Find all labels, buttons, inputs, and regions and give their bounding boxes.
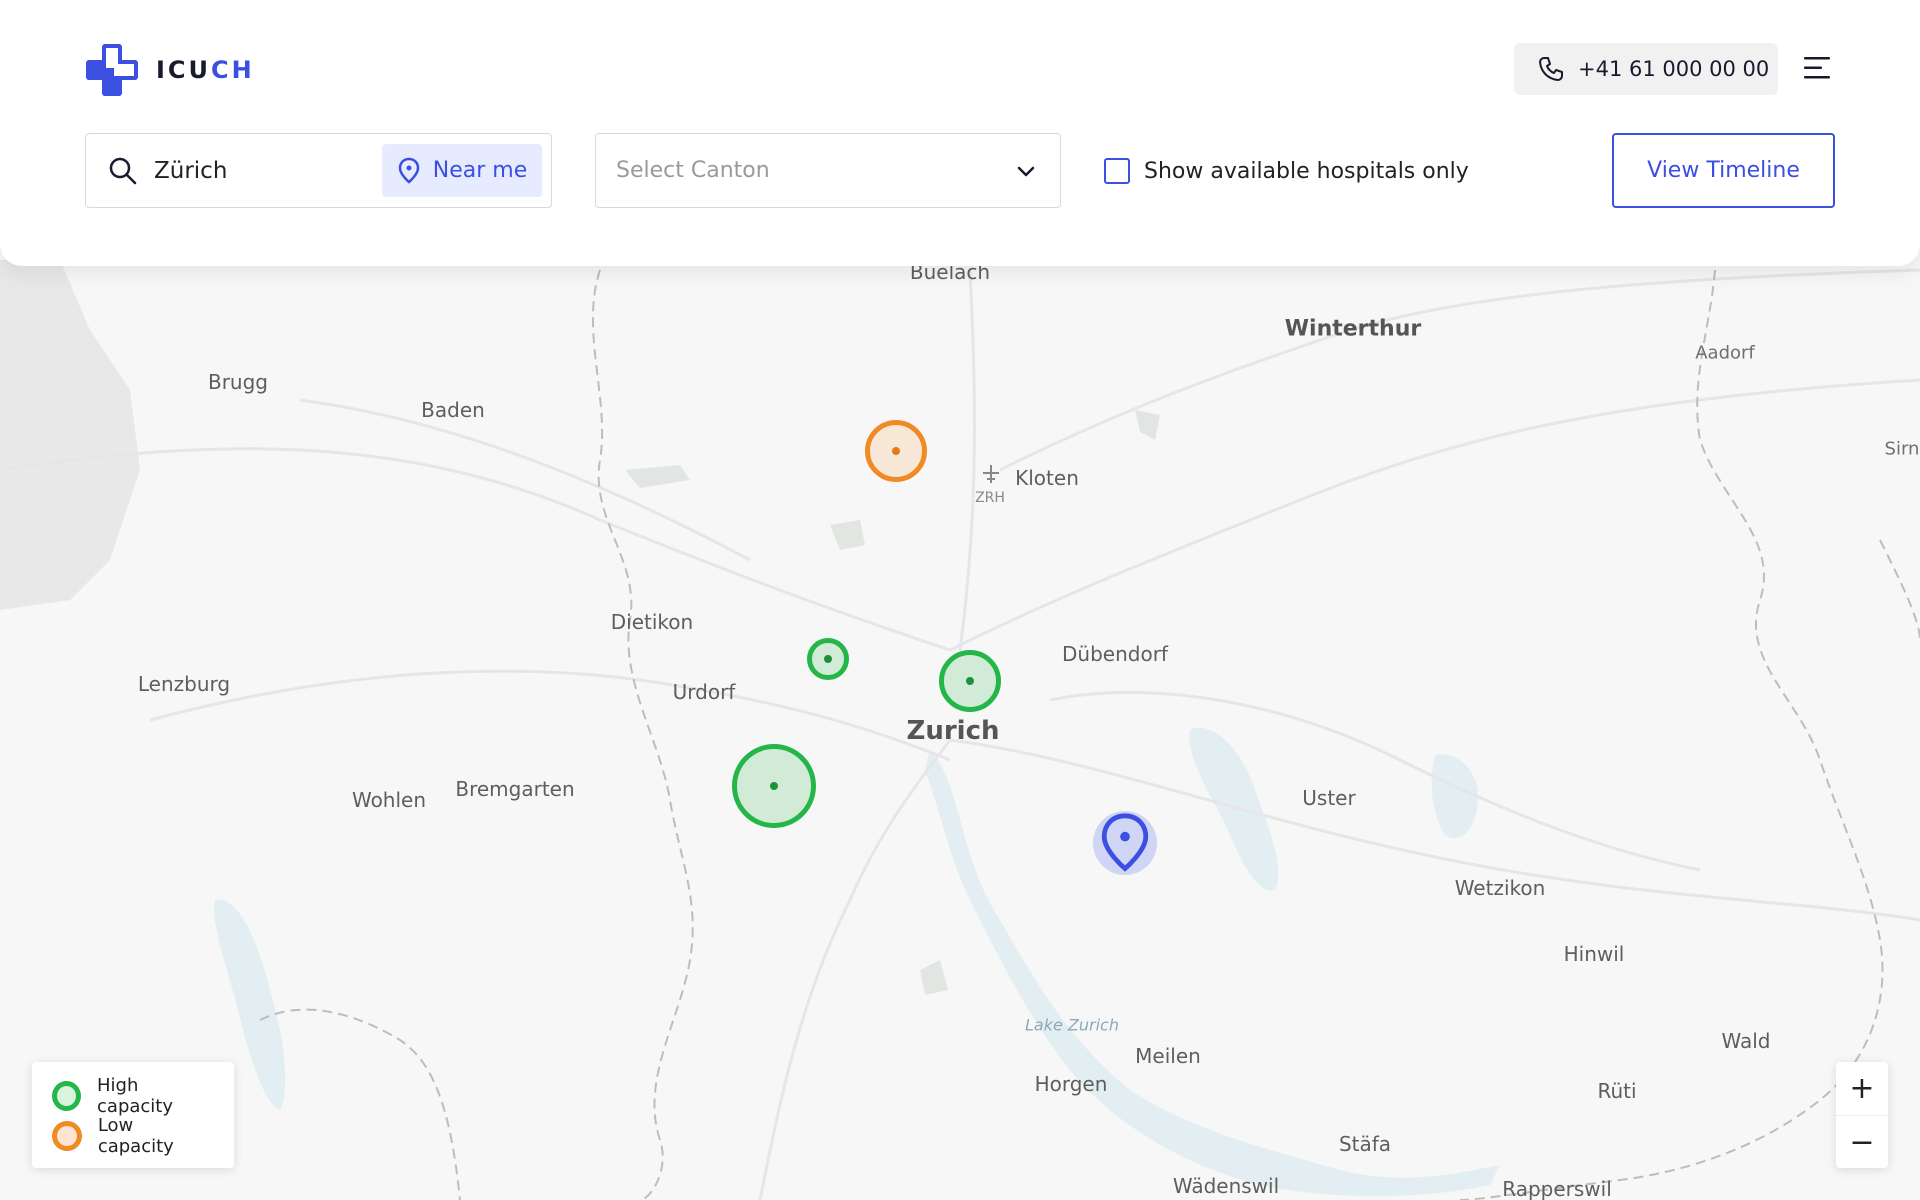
place-label: Wohlen [351,788,427,812]
logo-wordmark: ICUCH [156,56,255,84]
legend-label: High capacity [97,1075,174,1117]
phone-number: +41 61 000 00 00 [1578,57,1770,81]
place-label: Baden [421,398,485,422]
search-icon [109,157,137,185]
medical-cross-icon [84,42,140,98]
phone-button[interactable]: +41 61 000 00 00 [1514,43,1778,95]
place-label: Uster [1302,786,1356,810]
place-label: Dübendorf [1062,642,1168,666]
search-input[interactable] [154,152,354,190]
canton-select-placeholder: Select Canton [616,158,770,183]
place-label: Sirn [1884,438,1920,460]
place-label: Rüti [1597,1079,1637,1103]
available-only-label: Show available hospitals only [1144,158,1469,184]
search-box: Near me [85,133,552,208]
logo[interactable]: ICUCH [84,42,255,98]
hospital-marker-high[interactable] [939,650,1001,712]
legend-label: Low capacity [97,1115,174,1157]
user-location [1093,811,1157,875]
near-me-label: Near me [432,158,528,183]
location-pin-icon [1101,813,1149,872]
airport-icon [983,465,999,483]
phone-icon [1539,57,1563,81]
place-label: Rapperswil [1502,1177,1612,1200]
place-label: Hinwil [1563,942,1625,966]
hospital-marker-low[interactable] [865,420,927,482]
low-capacity-swatch [52,1121,82,1151]
place-label: Urdorf [672,680,736,704]
checkbox-box[interactable] [1104,158,1130,184]
place-label: Horgen [1034,1072,1108,1096]
place-label: Aadorf [1695,342,1755,364]
place-label: Stäfa [1338,1132,1392,1156]
place-label: Brugg [207,370,269,394]
high-capacity-swatch [52,1081,82,1111]
view-timeline-button[interactable]: View Timeline [1612,133,1835,208]
place-label: Bremgarten [455,777,575,801]
place-label: Wädenswil [1172,1174,1280,1198]
available-only-checkbox[interactable]: Show available hospitals only [1104,158,1469,184]
place-label: ZRH [975,490,1005,506]
place-label: Wald [1721,1029,1771,1053]
hospital-marker-high[interactable] [807,638,849,680]
chevron-down-icon [1017,166,1035,177]
place-label: Zurich [906,716,1000,746]
canton-select[interactable]: Select Canton [595,133,1061,208]
place-label: Wetzikon [1454,876,1546,900]
zoom-control: + − [1836,1062,1888,1168]
legend-item-low: Low capacity [52,1115,214,1157]
place-label: Winterthur [1284,316,1422,342]
hamburger-menu-icon[interactable] [1804,56,1832,80]
near-me-button[interactable]: Near me [382,144,542,197]
place-label: Meilen [1135,1044,1201,1068]
place-label: Kloten [1015,466,1079,490]
top-panel: ICUCH +41 61 000 00 00 Near me Select C [0,0,1920,266]
place-label: Lenzburg [137,672,231,696]
legend-item-high: High capacity [52,1075,214,1117]
place-label: Dietikon [610,610,694,634]
zoom-in-button[interactable]: + [1836,1062,1888,1115]
legend: High capacity Low capacity [32,1062,234,1168]
zoom-out-button[interactable]: − [1836,1115,1888,1168]
hospital-marker-high[interactable] [732,744,816,828]
location-pin-icon [398,157,420,184]
place-label: Lake Zurich [1025,1015,1119,1035]
